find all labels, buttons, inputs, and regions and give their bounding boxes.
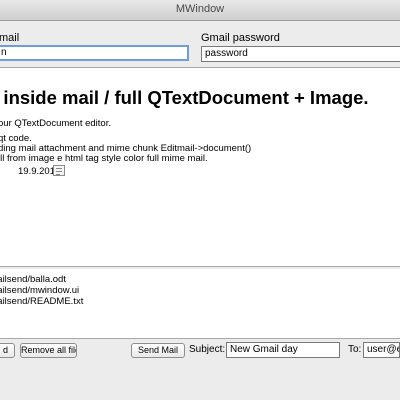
to-field[interactable]: user@ex (363, 342, 400, 358)
subject-label: Subject: (189, 344, 226, 355)
add-file-button[interactable]: d (0, 343, 15, 358)
password-field[interactable]: password (201, 46, 400, 62)
to-label: To: (348, 344, 362, 355)
attachment-item[interactable]: nailsend/balla.odt (0, 274, 66, 285)
editor-line: our QTextDocument editor. (0, 118, 111, 129)
attachment-item[interactable]: nailsend/README.txt (0, 296, 83, 307)
mail-editor[interactable]: e inside mail / full QTextDocument + Ima… (0, 67, 400, 267)
email-field[interactable]: n (0, 45, 189, 61)
email-label: mail (0, 32, 20, 44)
window-title: MWindow (175, 3, 225, 15)
password-label: Gmail password (201, 32, 280, 44)
attachment-list[interactable]: nailsend/balla.odt nailsend/mwindow.ui n… (0, 269, 400, 339)
attachment-item[interactable]: nailsend/mwindow.ui (0, 285, 79, 296)
editor-line: ill from image e html tag style color fu… (0, 153, 208, 164)
remove-all-files-button[interactable]: Remove all file (20, 343, 77, 358)
calendar-icon (53, 165, 65, 176)
subject-field[interactable]: New Gmail day (226, 342, 340, 358)
send-mail-button[interactable]: Send Mail (131, 343, 185, 358)
editor-heading: e inside mail / full QTextDocument + Ima… (0, 87, 369, 108)
title-bar: MWindow (0, 0, 400, 21)
